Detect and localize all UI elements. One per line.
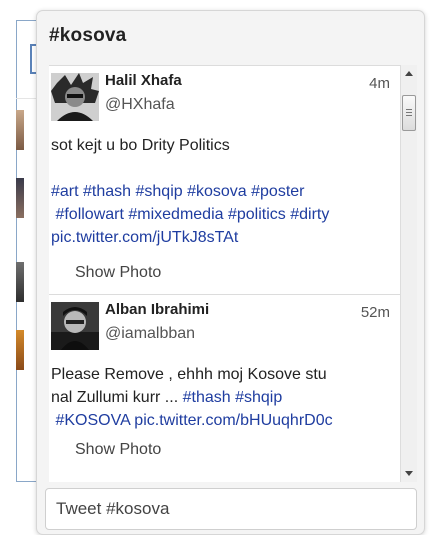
- tweet-author[interactable]: Halil Xhafa: [105, 72, 182, 89]
- person-photo-icon[interactable]: [51, 302, 99, 350]
- show-photo-button[interactable]: Show Photo: [75, 441, 161, 459]
- feed-scrollbar[interactable]: [400, 65, 417, 482]
- hashtag-links[interactable]: #art #thash #shqip #kosova #poster: [51, 180, 391, 203]
- background-avatar-thumb: [16, 262, 24, 302]
- hashtag-links[interactable]: #thash #shqip: [183, 389, 283, 406]
- tweet-item[interactable]: Halil Xhafa @HXhafa 4m sot kejt u bo Dri…: [49, 66, 400, 295]
- person-photo-icon[interactable]: [51, 73, 99, 121]
- tweet-text-plain: nal Zullumi kurr ...: [51, 389, 183, 406]
- hashtag-popup: #kosova Halil Xhafa @HXhafa 4m sot kejt …: [36, 10, 425, 535]
- tweet-text: sot kejt u bo Drity Politics #art #thash…: [51, 134, 391, 249]
- tweet-text-line: nal Zullumi kurr ... #thash #shqip: [51, 386, 391, 409]
- scroll-up-arrow-icon[interactable]: [405, 71, 413, 76]
- tweet-text: Please Remove , ehhh moj Kosove stu nal …: [51, 363, 391, 432]
- photo-link[interactable]: pic.twitter.com/jUTkJ8sTAt: [51, 226, 391, 249]
- tweet-handle[interactable]: @HXhafa: [105, 96, 175, 114]
- tweet-timestamp[interactable]: 4m: [369, 75, 390, 92]
- tweet-author[interactable]: Alban Ibrahimi: [105, 301, 209, 318]
- background-avatar-thumb: [16, 330, 24, 370]
- tweet-handle[interactable]: @iamalbban: [105, 325, 195, 343]
- hashtag-link[interactable]: #KOSOVA: [51, 412, 129, 429]
- show-photo-button[interactable]: Show Photo: [75, 264, 161, 282]
- scroll-thumb[interactable]: [402, 95, 416, 131]
- tweet-feed[interactable]: Halil Xhafa @HXhafa 4m sot kejt u bo Dri…: [49, 65, 400, 482]
- tweet-text-line: #KOSOVA pic.twitter.com/bHUuqhrD0c: [51, 409, 391, 432]
- tweet-item[interactable]: Alban Ibrahimi @iamalbban 52m Please Rem…: [49, 295, 400, 482]
- scroll-down-arrow-icon[interactable]: [405, 471, 413, 476]
- popup-title: #kosova: [49, 25, 127, 46]
- tweet-timestamp[interactable]: 52m: [361, 304, 390, 321]
- tweet-text-line: Please Remove , ehhh moj Kosove stu: [51, 366, 327, 383]
- background-avatar-thumb: [16, 110, 24, 150]
- background-avatar-thumb: [16, 178, 24, 218]
- tweet-compose-input[interactable]: [45, 488, 417, 530]
- hashtag-links[interactable]: #followart #mixedmedia #politics #dirty: [51, 203, 391, 226]
- background-divider: [16, 98, 36, 99]
- tweet-text-line: sot kejt u bo Drity Politics: [51, 137, 230, 154]
- photo-link[interactable]: pic.twitter.com/bHUuqhrD0c: [130, 412, 332, 429]
